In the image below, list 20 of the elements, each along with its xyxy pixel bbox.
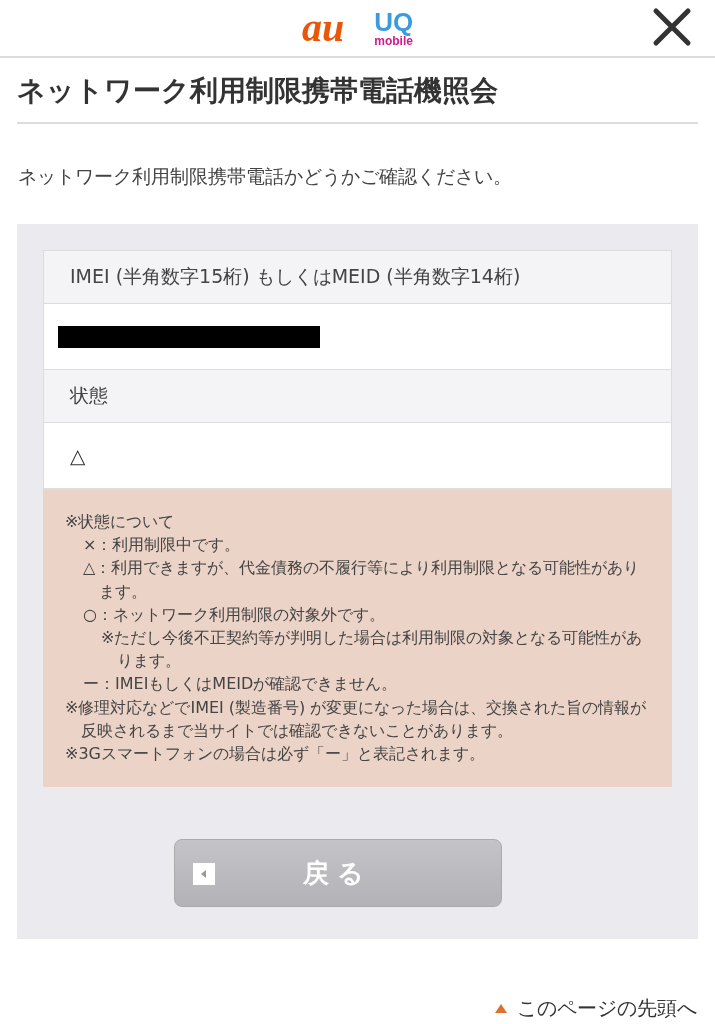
note-text: ※ただし今後不正契約等が判明した場合は利用制限の対象となる可能性があります。 — [100, 626, 644, 673]
note-text: ※修理対応などでIMEI (製造番号) が変更になった場合は、交換された旨の情報が反映されるまで当サイトでは確認できないことがあります。 — [65, 696, 648, 742]
close-icon — [651, 6, 693, 48]
description-text: ネットワーク利用制限携帯電話かどうかご確認ください。 — [18, 164, 513, 189]
row-label: IMEI (半角数字15桁) もしくはMEID (半角数字14桁) — [44, 251, 671, 304]
note-text: ○：ネットワーク利用制限の対象外です。 — [82, 603, 386, 626]
row-label: 状態 — [44, 370, 671, 423]
logo-subtitle: mobile — [374, 35, 413, 47]
page-title: ネットワーク利用制限携帯電話機照会 — [17, 58, 698, 124]
au-logo: au — [301, 8, 345, 48]
note-text: ー：IMEIもしくはMEIDが確認できません。 — [82, 673, 399, 696]
up-triangle-icon — [495, 1004, 507, 1014]
note-text: ※状態について — [65, 511, 176, 533]
note-text: ※3Gスマートフォンの場合は必ず「ー」と表記されます。 — [65, 742, 486, 765]
page-top-link[interactable]: このページの先頭へ — [517, 995, 697, 1023]
uq-logo: UQ — [374, 9, 414, 35]
close-button[interactable] — [651, 6, 693, 48]
note-text: ×：利用制限中です。 — [82, 534, 242, 557]
note-text: △：利用できますが、代金債務の不履行等により利用制限となる可能性があります。 — [82, 557, 641, 603]
status-value: △ — [70, 443, 86, 468]
